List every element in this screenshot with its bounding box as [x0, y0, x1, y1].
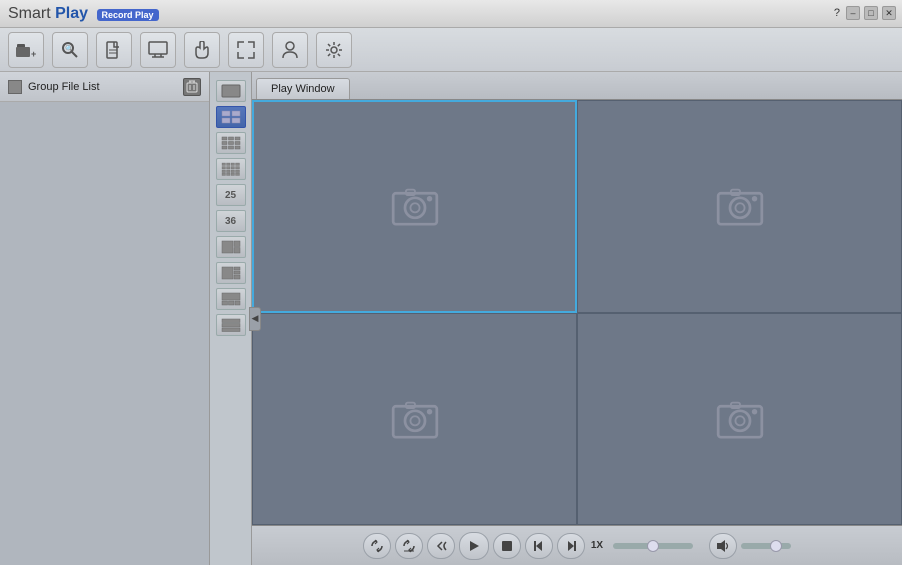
seek-thumb[interactable] [647, 540, 659, 552]
layout-custom2-button[interactable] [216, 262, 246, 284]
toolbar: + 🔍 [0, 28, 902, 72]
layout-25-button[interactable]: 25 [216, 184, 246, 206]
main-area: Group File List [0, 72, 902, 565]
file-button[interactable] [96, 32, 132, 68]
group-file-delete-button[interactable] [183, 78, 201, 96]
group-file-checkbox[interactable] [8, 80, 22, 94]
svg-text:🔍: 🔍 [65, 44, 74, 53]
sync-button[interactable] [363, 533, 391, 559]
monitor-button[interactable] [140, 32, 176, 68]
layout-4x4-button[interactable] [216, 158, 246, 180]
group-file-header: Group File List [0, 72, 209, 102]
layout-custom1-button[interactable] [216, 236, 246, 258]
grid-cell-1[interactable] [252, 100, 577, 313]
layout-36-button[interactable]: 36 [216, 210, 246, 232]
rewind-button[interactable] [427, 533, 455, 559]
volume-bar[interactable] [741, 543, 791, 549]
help-button[interactable]: ? [834, 7, 840, 19]
sidebar-file-list [0, 102, 209, 565]
minimize-button[interactable]: – [846, 6, 860, 20]
play-area: Play Window [252, 72, 902, 565]
stop-button[interactable] [493, 533, 521, 559]
titlebar: Smart Play Record Play ? – □ ✕ [0, 0, 902, 28]
app-title-smart: Smart [8, 5, 51, 22]
record-play-badge: Record Play [97, 9, 159, 21]
play-button[interactable] [459, 532, 489, 560]
layout-custom3-button[interactable] [216, 288, 246, 310]
search-button[interactable]: 🔍 [52, 32, 88, 68]
layout-panel: 25 36 ◀ [210, 72, 252, 565]
prev-frame-button[interactable] [525, 533, 553, 559]
group-file-label: Group File List [28, 81, 177, 93]
person-button[interactable] [272, 32, 308, 68]
collapse-panel-button[interactable]: ◀ [249, 307, 261, 331]
layout-1x1-button[interactable] [216, 80, 246, 102]
sidebar: Group File List [0, 72, 210, 565]
volume-section [709, 533, 791, 559]
close-button[interactable]: ✕ [882, 6, 896, 20]
play-grid [252, 100, 902, 525]
camera-icon-4 [716, 399, 764, 439]
titlebar-controls: ? – □ ✕ [834, 6, 896, 20]
app-title-play: Play [55, 5, 88, 22]
next-frame-button[interactable] [557, 533, 585, 559]
settings-button[interactable] [316, 32, 352, 68]
grid-cell-3[interactable] [252, 313, 577, 526]
layout-2x2-button[interactable] [216, 106, 246, 128]
speed-label: 1X [591, 540, 603, 551]
sync2-button[interactable] [395, 533, 423, 559]
grid-cell-2[interactable] [577, 100, 902, 313]
svg-text:+: + [31, 49, 36, 59]
volume-thumb[interactable] [770, 540, 782, 552]
camera-icon-2 [716, 186, 764, 226]
playback-bar: 1X [252, 525, 902, 565]
grid-cell-4[interactable] [577, 313, 902, 526]
volume-button[interactable] [709, 533, 737, 559]
seek-bar[interactable] [613, 543, 693, 549]
app-logo: Smart Play Record Play [8, 5, 159, 23]
play-window-tab[interactable]: Play Window [256, 78, 350, 99]
resize-button[interactable] [228, 32, 264, 68]
play-tab-bar: Play Window [252, 72, 902, 100]
add-file-button[interactable]: + [8, 32, 44, 68]
hand-button[interactable] [184, 32, 220, 68]
maximize-button[interactable]: □ [864, 6, 878, 20]
layout-custom4-button[interactable] [216, 314, 246, 336]
layout-3x3-button[interactable] [216, 132, 246, 154]
camera-icon-1 [391, 186, 439, 226]
camera-icon-3 [391, 399, 439, 439]
